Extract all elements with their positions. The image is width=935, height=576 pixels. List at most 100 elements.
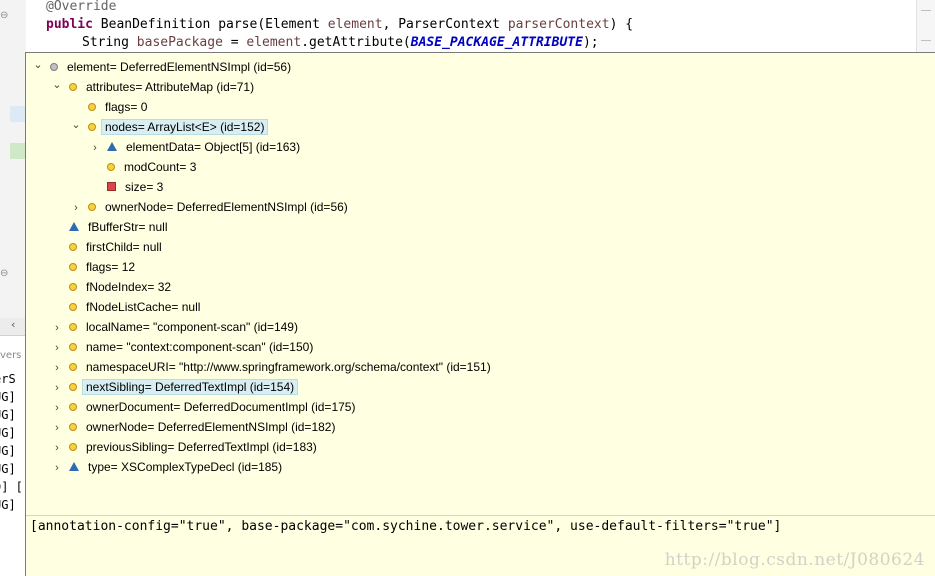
yellow-circle-icon [69, 302, 77, 311]
code-token: = [222, 35, 247, 50]
detail-pane-text[interactable]: [annotation-config="true", base-package=… [30, 517, 781, 537]
tree-node[interactable]: › elementData= Object[5] (id=163) [89, 137, 300, 157]
yellow-circle-icon [88, 202, 96, 211]
tree-node-label: namespaceURI= "http://www.springframewor… [86, 360, 491, 374]
watermark: http://blog.csdn.net/J080624 [664, 550, 925, 570]
code-line: String basePackage = element.getAttribut… [82, 34, 599, 52]
console-panel-peek: ‹ vers erS UG] UG] UG] UG] UG] D] [UG] [0, 318, 27, 576]
tree-node-label: ownerNode= DeferredElementNSImpl (id=56) [105, 200, 348, 214]
chevron-right-icon[interactable]: › [89, 138, 101, 158]
chevron-down-icon[interactable]: ⌄ [70, 115, 82, 135]
yellow-circle-icon [69, 402, 77, 411]
variable-token: element [246, 35, 302, 50]
tree-node-label: fBufferStr= null [88, 220, 168, 234]
code-token: , ParserContext [382, 17, 508, 32]
chevron-right-icon[interactable]: › [51, 318, 63, 338]
tree-node-label: nodes= ArrayList<E> (id=152) [101, 119, 269, 135]
yellow-circle-icon [88, 122, 96, 131]
tree-node[interactable]: ›size= 3 [89, 177, 163, 197]
param-token: element [327, 17, 383, 32]
tree-node[interactable]: ⌄ nodes= ArrayList<E> (id=152) [70, 115, 269, 137]
chevron-right-icon[interactable]: › [51, 358, 63, 378]
console-line: UG] [0, 390, 16, 404]
ruler-tick [921, 10, 931, 11]
yellow-circle-icon [69, 282, 77, 291]
tree-node[interactable]: ⌄ attributes= AttributeMap (id=71) [51, 77, 254, 97]
tree-node-label: ownerNode= DeferredElementNSImpl (id=182… [86, 420, 336, 434]
tree-node-label: previousSibling= DeferredTextImpl (id=18… [86, 440, 317, 454]
tree-node-label: elementData= Object[5] (id=163) [126, 140, 301, 154]
tree-node[interactable]: ›fBufferStr= null [51, 217, 168, 237]
tree-node[interactable]: ›modCount= 3 [89, 157, 196, 177]
tree-node-label: fNodeIndex= 32 [86, 280, 172, 294]
code-token: ); [582, 35, 599, 50]
tree-node[interactable]: › type= XSComplexTypeDecl (id=185) [51, 457, 282, 477]
tree-node[interactable]: ›fNodeListCache= null [51, 297, 200, 317]
tree-node-label: firstChild= null [86, 240, 162, 254]
code-token: ) { [609, 17, 634, 32]
inspect-popup[interactable]: ⌄ element= DeferredElementNSImpl (id=56) ⌄… [25, 52, 935, 576]
yellow-circle-icon [69, 82, 77, 91]
yellow-circle-icon [69, 322, 77, 331]
blue-triangle-icon [107, 142, 117, 152]
tree-node[interactable]: › previousSibling= DeferredTextImpl (id=1… [51, 437, 317, 457]
code-token: .getAttribute( [301, 35, 411, 50]
fold-icon[interactable]: ⊖ [0, 268, 8, 279]
console-tab-label[interactable]: vers [0, 350, 21, 361]
blue-triangle-icon [69, 222, 79, 232]
console-line: erS [0, 372, 16, 386]
gutter-marker [10, 106, 26, 122]
scroll-left-icon[interactable]: ‹ [11, 318, 15, 331]
chevron-down-icon[interactable]: ⌄ [51, 75, 63, 95]
tree-node[interactable]: ›firstChild= null [51, 237, 162, 257]
fold-icon[interactable]: ⊖ [0, 10, 8, 21]
keyword-token: public [46, 17, 93, 32]
tree-node[interactable]: ›flags= 12 [51, 257, 135, 277]
chevron-right-icon[interactable]: › [51, 438, 63, 458]
code-line: public BeanDefinition parse(Element elem… [46, 16, 633, 34]
variable-tree[interactable]: ⌄ element= DeferredElementNSImpl (id=56) ⌄… [26, 57, 935, 517]
yellow-circle-icon [69, 382, 77, 391]
constant-token: BASE_PACKAGE_ATTRIBUTE [410, 35, 583, 50]
chevron-right-icon[interactable]: › [70, 198, 82, 218]
console-line: UG] [0, 408, 16, 422]
code-line: @Override [46, 0, 116, 16]
annotation-token: @Override [46, 0, 117, 14]
chevron-right-icon[interactable]: › [51, 398, 63, 418]
param-token: parserContext [507, 17, 610, 32]
tree-node-label: nextSibling= DeferredTextImpl (id=154) [82, 379, 299, 395]
tree-node[interactable]: › namespaceURI= "http://www.springframewo… [51, 357, 491, 377]
tree-node[interactable]: › ownerDocument= DeferredDocumentImpl (id… [51, 397, 355, 417]
tree-node-label: flags= 12 [86, 260, 136, 274]
type-token: String [82, 35, 137, 50]
tree-node[interactable]: ›flags= 0 [70, 97, 147, 117]
blue-triangle-icon [69, 462, 79, 472]
tree-node[interactable]: › localName= "component-scan" (id=149) [51, 317, 298, 337]
tree-node[interactable]: › ownerNode= DeferredElementNSImpl (id=56… [70, 197, 348, 217]
tree-node-label: name= "context:component-scan" (id=150) [86, 340, 314, 354]
horizontal-scrollbar[interactable]: ‹ [0, 318, 26, 336]
tree-node[interactable]: ⌄ element= DeferredElementNSImpl (id=56) [32, 57, 291, 77]
tree-node[interactable]: ›fNodeIndex= 32 [51, 277, 171, 297]
tree-node-label: fNodeListCache= null [86, 300, 201, 314]
tree-node-label: localName= "component-scan" (id=149) [86, 320, 298, 334]
yellow-circle-icon [69, 442, 77, 451]
yellow-circle-icon [88, 102, 96, 111]
chevron-right-icon[interactable]: › [51, 338, 63, 358]
yellow-circle-icon [69, 242, 77, 251]
tree-node[interactable]: › name= "context:component-scan" (id=150) [51, 337, 313, 357]
yellow-circle-icon [69, 342, 77, 351]
chevron-down-icon[interactable]: ⌄ [32, 55, 44, 75]
chevron-right-icon[interactable]: › [51, 418, 63, 438]
tree-node[interactable]: › ownerNode= DeferredElementNSImpl (id=18… [51, 417, 335, 437]
yellow-circle-icon [107, 162, 115, 171]
gutter-marker [10, 143, 26, 159]
popup-divider [26, 515, 935, 516]
tree-node-label: modCount= 3 [124, 160, 197, 174]
chevron-right-icon[interactable]: › [51, 458, 63, 478]
gray-circle-icon [50, 62, 58, 71]
chevron-right-icon[interactable]: › [51, 378, 63, 398]
ruler-tick [921, 40, 931, 41]
yellow-circle-icon [69, 262, 77, 271]
tree-node[interactable]: › nextSibling= DeferredTextImpl (id=154) [51, 377, 299, 398]
